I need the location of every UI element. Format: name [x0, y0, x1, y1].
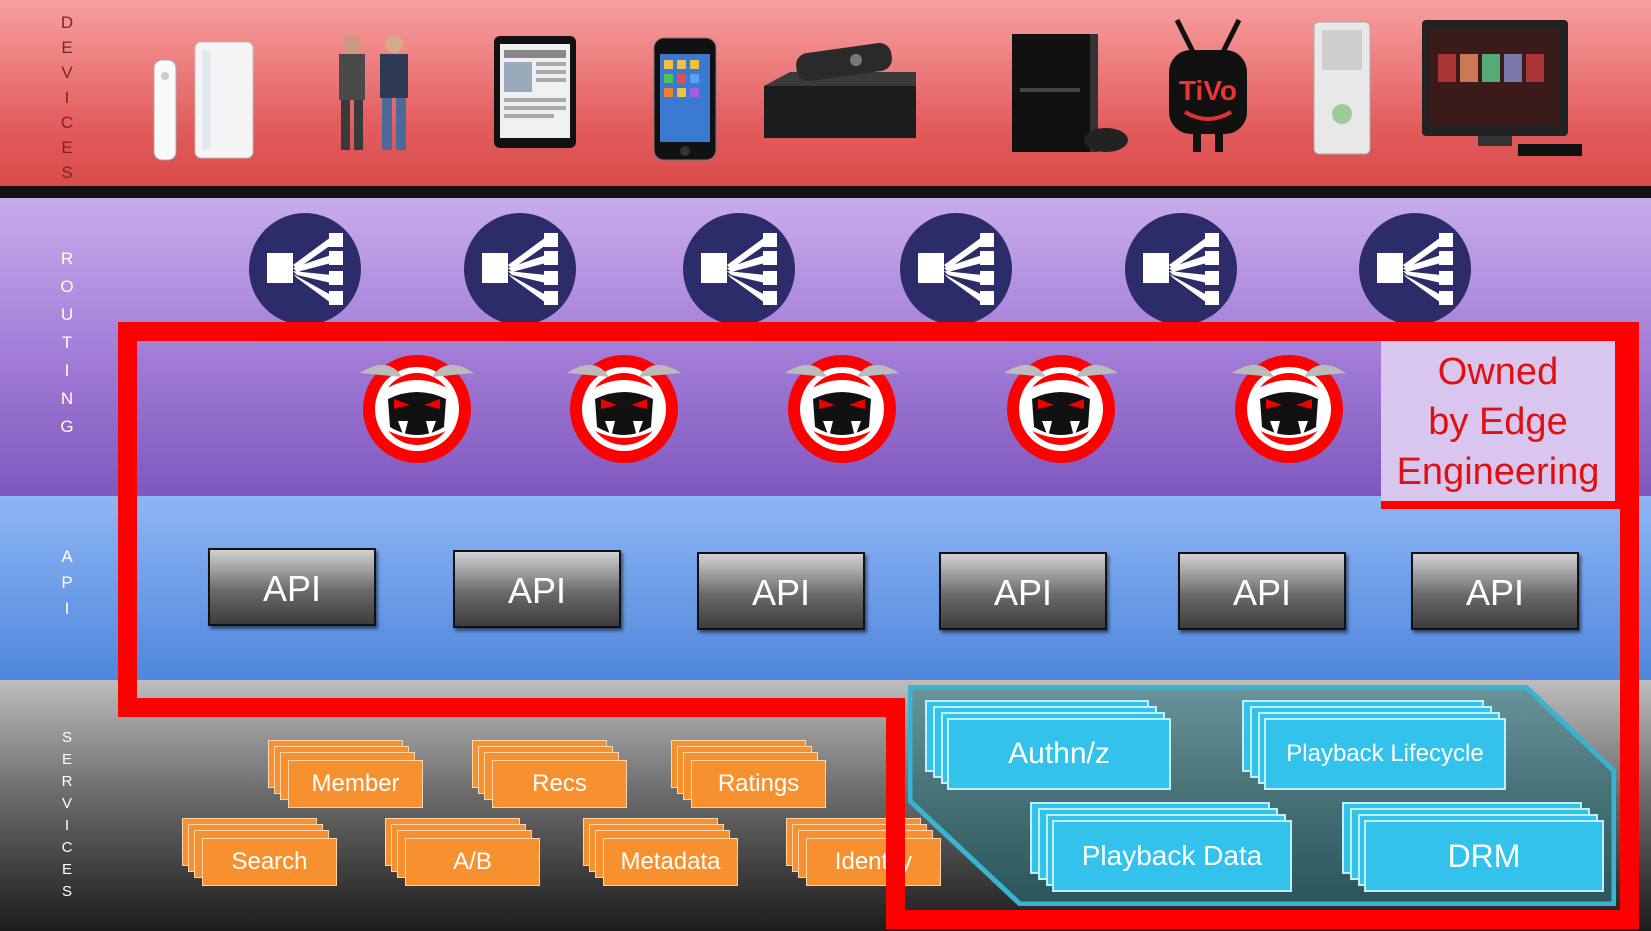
zuul-gateway-icon — [1232, 355, 1346, 463]
load-balancer-icon — [464, 213, 576, 325]
zuul-gateway-icon — [1004, 355, 1118, 463]
service-stack-ratings: Ratings — [671, 740, 826, 808]
api-box: API — [1178, 552, 1346, 630]
tivo-logo-text: TiVo — [1179, 75, 1237, 106]
service-stack-search: Search — [182, 818, 337, 886]
service-label: Ratings — [691, 760, 826, 808]
routing-band-label: R O U T I N G — [60, 249, 74, 436]
api-box: API — [1411, 552, 1579, 630]
edge-engineering-ownership-outline-step — [118, 698, 905, 717]
service-stack-ab: A/B — [385, 818, 540, 886]
api-box: API — [939, 552, 1107, 630]
wii-console-icon — [153, 41, 254, 161]
api-box: API — [208, 548, 376, 626]
load-balancer-icon — [1125, 213, 1237, 325]
ipad-tablet-icon — [494, 36, 576, 148]
xbox-console-icon — [1313, 21, 1371, 155]
secure-service-label: Authn/z — [947, 718, 1171, 790]
service-label: Search — [202, 838, 337, 886]
zuul-gateway-icon — [785, 355, 899, 463]
load-balancer-icon — [900, 213, 1012, 325]
service-label: Recs — [492, 760, 627, 808]
api-box: API — [697, 552, 865, 630]
tivo-logo-icon: TiVo — [1169, 18, 1247, 152]
secure-service-label: Playback Data — [1052, 820, 1292, 892]
service-label: Metadata — [603, 838, 738, 886]
owned-by-text: Owned by Edge Engineering — [1396, 351, 1600, 493]
zuul-gateway-icon — [360, 355, 474, 463]
service-label: Member — [288, 760, 423, 808]
devices-band-label: D E V I C E S — [60, 13, 74, 182]
zuul-gateway-icon — [567, 355, 681, 463]
service-stack-member: Member — [268, 740, 423, 808]
load-balancer-icon — [249, 213, 361, 325]
band-divider — [0, 186, 1651, 198]
service-stack-metadata: Metadata — [583, 818, 738, 886]
set-top-box-icon — [764, 43, 916, 138]
services-band-label: S E R V I C E S — [61, 729, 73, 900]
smart-tv-icon — [1422, 20, 1582, 156]
load-balancer-icon — [1359, 213, 1471, 325]
load-balancer-icon — [683, 213, 795, 325]
service-stack-identity: Identity — [786, 818, 941, 886]
service-label: A/B — [405, 838, 540, 886]
ps3-console-icon — [1012, 34, 1128, 152]
api-band-label: A P I — [61, 547, 73, 618]
people-kinect-icon — [339, 35, 408, 150]
owned-by-edge-engineering-label: Owned by Edge Engineering — [1381, 341, 1623, 509]
api-box: API — [453, 550, 621, 628]
iphone-icon — [653, 37, 717, 161]
secure-service-label: DRM — [1364, 820, 1604, 892]
service-stack-recs: Recs — [472, 740, 627, 808]
secure-service-label: Playback Lifecycle — [1264, 718, 1506, 790]
